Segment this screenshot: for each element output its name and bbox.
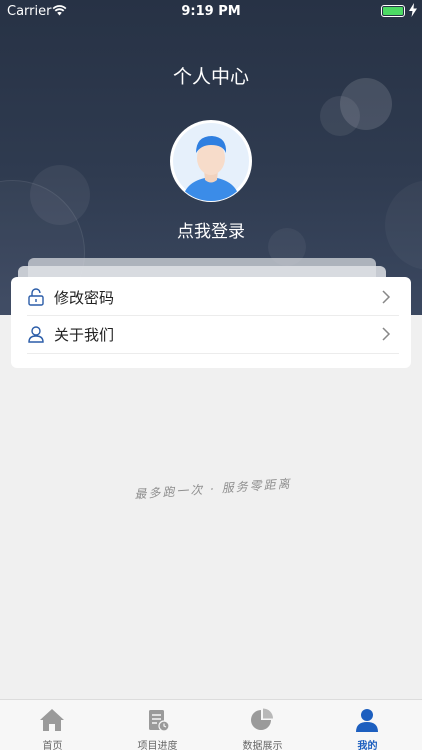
pie-chart-icon: [251, 708, 273, 730]
charging-bolt-icon: [409, 3, 417, 17]
status-time: 9:19 PM: [181, 4, 241, 19]
login-button[interactable]: 点我登录: [0, 217, 422, 242]
chevron-right-icon: [382, 290, 391, 304]
decor-bubble: [320, 96, 360, 136]
home-icon: [40, 709, 64, 731]
progress-icon: [149, 710, 170, 732]
menu-item-change-password[interactable]: 修改密码: [11, 278, 411, 316]
battery-icon: [381, 5, 405, 17]
user-icon: [356, 709, 378, 732]
menu-item-about-us[interactable]: 关于我们: [11, 315, 411, 353]
tab-label: 我的: [357, 741, 378, 750]
status-bar: Carrier 9:19 PM: [0, 0, 422, 22]
tab-data[interactable]: 数据展示: [210, 700, 315, 750]
settings-card: 修改密码 关于我们: [11, 277, 411, 368]
chevron-right-icon: [382, 327, 391, 341]
page-title: 个人中心: [172, 66, 249, 88]
slogan-text: 最多跑一次 · 服务零距离: [134, 476, 293, 502]
tab-label: 数据展示: [242, 741, 283, 750]
menu-item-label: 修改密码: [54, 288, 115, 307]
tab-progress[interactable]: 项目进度: [105, 700, 210, 750]
person-icon: [28, 326, 44, 343]
menu-item-label: 关于我们: [54, 325, 115, 344]
avatar[interactable]: [170, 120, 252, 202]
tab-label: 项目进度: [137, 741, 178, 750]
tab-label: 首页: [42, 741, 63, 750]
tab-bar: 首页 项目进度 数据展示 我的: [0, 699, 422, 750]
tab-mine[interactable]: 我的: [315, 700, 420, 750]
tab-home[interactable]: 首页: [0, 700, 105, 750]
divider: [27, 353, 399, 354]
lock-icon: [28, 288, 44, 306]
